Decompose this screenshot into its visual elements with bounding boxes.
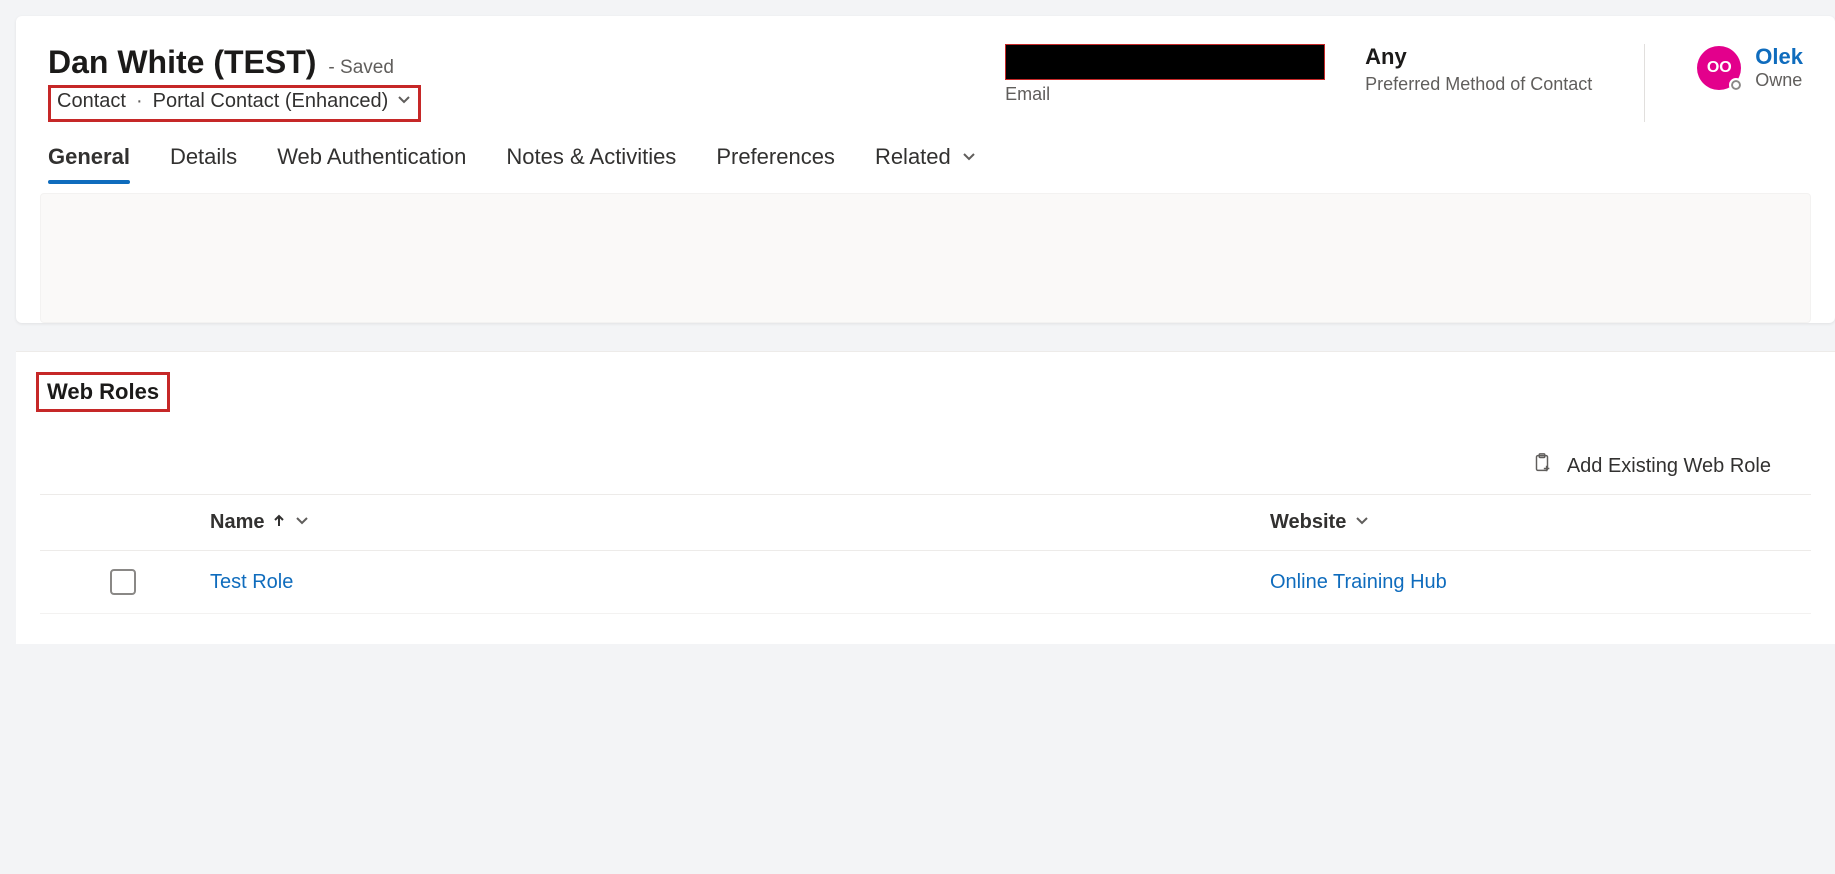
breadcrumb-separator: · — [136, 90, 143, 113]
title-block: Dan White (TEST) - Saved Contact · Porta… — [48, 44, 468, 122]
cell-name-link[interactable]: Test Role — [210, 571, 1270, 594]
general-tab-panel — [40, 193, 1811, 323]
tab-related-label: Related — [875, 144, 951, 170]
tab-general[interactable]: General — [48, 144, 130, 184]
chevron-down-icon[interactable] — [294, 511, 310, 534]
preferred-method-label: Preferred Method of Contact — [1365, 74, 1592, 95]
table-row[interactable]: Test Role Online Training Hub — [40, 551, 1811, 614]
form-header: Dan White (TEST) - Saved Contact · Porta… — [16, 16, 1835, 122]
owner-avatar: OO — [1697, 46, 1741, 90]
preferred-method-value: Any — [1365, 44, 1592, 70]
presence-indicator — [1729, 78, 1743, 92]
subgrid-header: Name Website — [40, 495, 1811, 551]
entity-label: Contact — [57, 90, 126, 113]
record-title: Dan White (TEST) — [48, 44, 316, 81]
header-field-email[interactable]: Email — [1005, 44, 1325, 105]
web-roles-section: Web Roles Add Existing Web Role Name — [16, 351, 1835, 644]
header-field-owner[interactable]: OO Olek Owne — [1697, 44, 1803, 91]
row-select-checkbox[interactable] — [110, 569, 136, 595]
tab-preferences[interactable]: Preferences — [716, 144, 835, 184]
entity-form-breadcrumb: Contact · Portal Contact (Enhanced) — [48, 85, 421, 122]
clipboard-add-icon — [1531, 452, 1553, 480]
chevron-down-icon[interactable] — [1354, 511, 1370, 534]
saved-indicator: - Saved — [328, 57, 393, 79]
owner-label: Owne — [1755, 70, 1803, 91]
section-title-web-roles: Web Roles — [36, 372, 170, 412]
tab-notes-activities[interactable]: Notes & Activities — [506, 144, 676, 184]
form-selector[interactable]: Portal Contact (Enhanced) — [153, 90, 413, 113]
subgrid-toolbar: Add Existing Web Role — [40, 412, 1811, 495]
col-website-label: Website — [1270, 511, 1346, 534]
add-existing-web-role-button[interactable]: Add Existing Web Role — [1531, 452, 1771, 480]
header-field-preferred-method[interactable]: Any Preferred Method of Contact — [1365, 44, 1592, 95]
column-header-website[interactable]: Website — [1270, 511, 1771, 534]
col-name-label: Name — [210, 511, 264, 534]
owner-name: Olek — [1755, 44, 1803, 70]
form-tabs: General Details Web Authentication Notes… — [16, 122, 1835, 185]
tab-details[interactable]: Details — [170, 144, 237, 184]
form-name-label: Portal Contact (Enhanced) — [153, 90, 389, 113]
chevron-down-icon — [396, 90, 412, 113]
chevron-down-icon — [961, 144, 977, 170]
owner-separator — [1644, 44, 1645, 122]
add-existing-label: Add Existing Web Role — [1567, 455, 1771, 478]
tab-web-authentication[interactable]: Web Authentication — [277, 144, 466, 184]
record-form-card: Dan White (TEST) - Saved Contact · Porta… — [16, 16, 1835, 323]
owner-initials: OO — [1707, 59, 1732, 77]
tab-related[interactable]: Related — [875, 144, 977, 184]
email-label: Email — [1005, 84, 1325, 105]
cell-website-link[interactable]: Online Training Hub — [1270, 571, 1771, 594]
email-value-redacted — [1005, 44, 1325, 80]
column-header-name[interactable]: Name — [210, 511, 1270, 534]
sort-ascending-icon — [272, 511, 286, 534]
